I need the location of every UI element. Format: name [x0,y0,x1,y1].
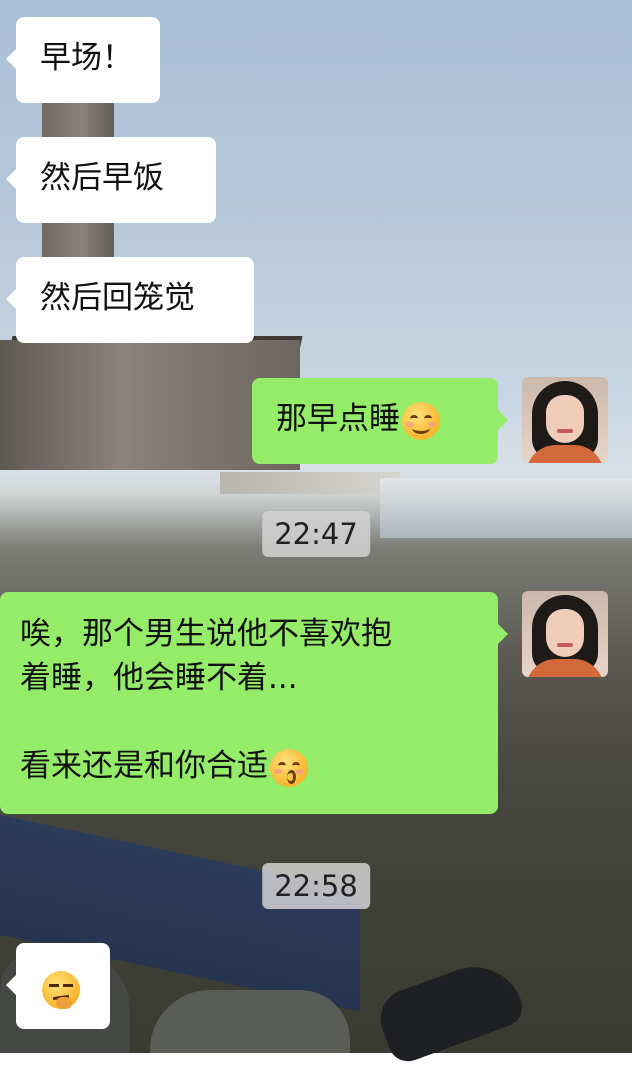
chat-message-list: 早场！ 然后早饭 然后回笼觉 那早点睡 22:47 唉，那个男生说他不喜欢抱 着… [0,0,632,1053]
incoming-message[interactable]: 早场！ [6,17,160,103]
message-text: 然后回笼觉 [40,280,195,316]
message-text: 然后早饭 [40,160,164,196]
kissing-face-icon [270,748,308,787]
message-line: 着睡，他会睡不着... [20,660,298,696]
timestamp: 22:58 [262,863,370,909]
incoming-message[interactable] [6,943,110,1029]
my-avatar[interactable] [522,591,608,677]
outgoing-message[interactable]: 唉，那个男生说他不喜欢抱 着睡，他会睡不着... 看来还是和你合适 [0,592,508,814]
incoming-message[interactable]: 然后回笼觉 [6,257,254,343]
message-text: 那早点睡 [276,401,400,437]
timestamp: 22:47 [262,511,370,557]
avatar-face [546,395,584,443]
thinking-face-icon [42,970,80,1009]
smiling-face-icon [402,401,440,440]
message-text: 看来还是和你合适 [20,748,268,784]
my-avatar[interactable] [522,377,608,463]
avatar-mouth [557,429,573,433]
message-text: 早场！ [40,40,133,76]
incoming-message[interactable]: 然后早饭 [6,137,216,223]
outgoing-message[interactable]: 那早点睡 [252,378,508,464]
message-line: 看来还是和你合适 [20,744,478,788]
avatar-face [546,609,584,657]
avatar-mouth [557,643,573,647]
message-line: 唉，那个男生说他不喜欢抱 [20,616,392,652]
